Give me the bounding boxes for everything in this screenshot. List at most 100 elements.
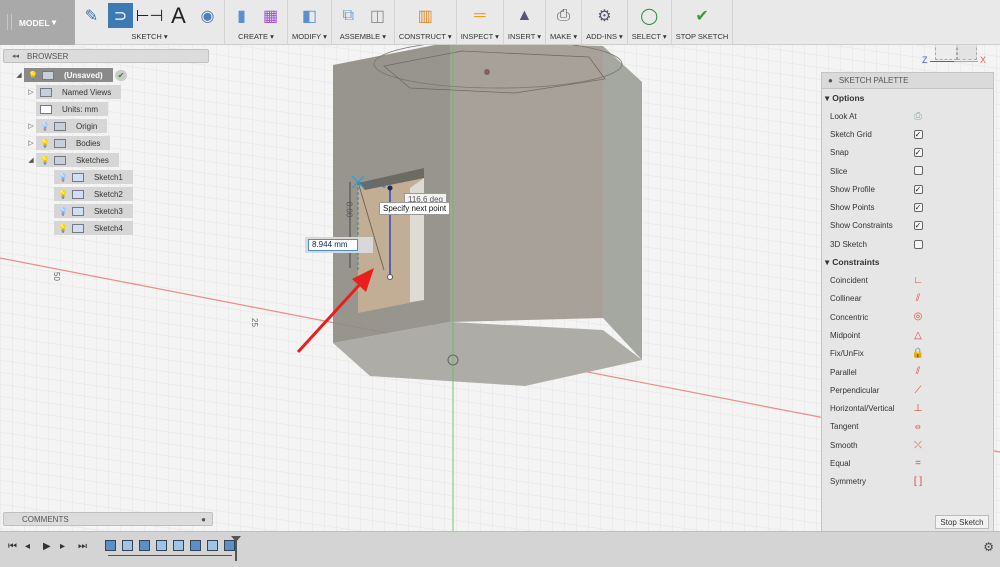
constraint-perpendicular[interactable]: Perpendicular ⟋ xyxy=(822,381,993,399)
constraint-symmetry[interactable]: Symmetry [ ] xyxy=(822,473,993,491)
smooth-icon[interactable]: ⤫ xyxy=(913,440,923,451)
3d-print-icon[interactable]: ⎙ xyxy=(551,3,576,28)
constraint-fix-unfix[interactable]: Fix/UnFix 🔒 xyxy=(822,345,993,363)
expanded-arrow-icon[interactable]: ◢ xyxy=(26,156,36,164)
checkbox[interactable]: ✓ xyxy=(913,221,923,231)
toolbar-menu-create[interactable]: CREATE ▾ xyxy=(238,31,274,43)
option-slice[interactable]: Slice xyxy=(822,162,993,180)
constraints-section-toggle[interactable]: ▾ Constraints xyxy=(822,253,993,271)
comments-header[interactable]: COMMENTS ● xyxy=(3,512,213,526)
visibility-bulb-icon[interactable]: 💡 xyxy=(58,173,68,182)
select-lasso-icon[interactable]: ◯ xyxy=(637,3,662,28)
expand-arrow-icon[interactable]: ▷ xyxy=(26,88,36,96)
constraint-collinear[interactable]: Collinear ⫽ xyxy=(822,290,993,308)
timeline-extrude-feature[interactable] xyxy=(207,540,218,551)
checkbox-wrapper[interactable]: ✓ xyxy=(913,202,923,212)
extrude-icon[interactable]: ▮ xyxy=(229,3,254,28)
visibility-bulb-icon[interactable]: 💡 xyxy=(40,122,50,131)
parallel-icon[interactable]: ⫽ xyxy=(913,366,923,377)
checkbox-wrapper[interactable]: ✓ xyxy=(913,184,923,194)
browser-item-sketch3[interactable]: 💡 Sketch3 xyxy=(44,204,133,218)
option-show-profile[interactable]: Show Profile ✓ xyxy=(822,180,993,198)
collapse-icon[interactable]: ◂◂ xyxy=(12,52,19,60)
symmetry-icon[interactable]: [ ] xyxy=(913,476,923,487)
step-forward-icon[interactable]: ▸ xyxy=(60,541,65,552)
length-input[interactable]: 8.944 mm xyxy=(308,239,358,251)
toolbar-menu-stop-sketch[interactable]: STOP SKETCH xyxy=(676,31,729,43)
horizontal-vertical-icon[interactable]: ⊥ xyxy=(913,403,923,414)
checkbox-wrapper[interactable] xyxy=(913,239,923,249)
timeline-sketch-feature[interactable] xyxy=(139,540,150,551)
toolbar-menu-insert[interactable]: INSERT ▾ xyxy=(508,31,541,43)
constraint-equal[interactable]: Equal = xyxy=(822,454,993,472)
fix-icon[interactable]: 🔒 xyxy=(912,348,924,359)
options-section-toggle[interactable]: ▾ Options xyxy=(822,89,993,107)
timeline-sketch-feature[interactable] xyxy=(190,540,201,551)
plane-icon[interactable]: ▥ xyxy=(413,3,438,28)
go-to-end-icon[interactable]: ⏭ xyxy=(78,541,87,552)
checkbox-wrapper[interactable] xyxy=(913,166,923,176)
stop-sketch-icon[interactable]: ✔ xyxy=(690,3,715,28)
timeline-marker-head[interactable] xyxy=(231,536,241,542)
toolbar-menu-sketch[interactable]: SKETCH ▾ xyxy=(131,31,167,43)
ellipse-point-icon[interactable]: ◉ xyxy=(195,3,220,28)
text-icon[interactable]: A xyxy=(166,3,191,28)
toolbar-menu-construct[interactable]: CONSTRUCT ▾ xyxy=(399,31,452,43)
browser-item-origin[interactable]: ▷ 💡 Origin xyxy=(26,119,108,133)
checkbox-wrapper[interactable]: ✓ xyxy=(913,148,923,158)
constraint-tangent[interactable]: Tangent ⦵ xyxy=(822,418,993,436)
browser-header[interactable]: ◂◂ BROWSER xyxy=(3,49,209,63)
collinear-icon[interactable]: ⫽ xyxy=(913,293,923,304)
constraint-parallel[interactable]: Parallel ⫽ xyxy=(822,363,993,381)
timeline-extrude-feature[interactable] xyxy=(173,540,184,551)
concentric-icon[interactable]: ◎ xyxy=(913,311,923,322)
play-icon[interactable]: ▶ xyxy=(43,541,51,552)
visibility-bulb-icon[interactable]: 💡 xyxy=(28,71,38,80)
equal-icon[interactable]: = xyxy=(913,458,923,469)
coincident-icon[interactable]: ∟ xyxy=(913,275,923,286)
browser-item-sketch4[interactable]: 💡 Sketch4 xyxy=(44,221,133,235)
form-icon[interactable]: ▦ xyxy=(258,3,283,28)
checkbox[interactable]: ✓ xyxy=(913,184,923,194)
toolbar-menu-inspect[interactable]: INSPECT ▾ xyxy=(461,31,499,43)
option-snap[interactable]: Snap ✓ xyxy=(822,144,993,162)
timeline-extrude-feature[interactable] xyxy=(122,540,133,551)
visibility-bulb-icon[interactable]: 💡 xyxy=(40,156,50,165)
option-show-constraints[interactable]: Show Constraints ✓ xyxy=(822,217,993,235)
toolbar-menu-modify[interactable]: MODIFY ▾ xyxy=(292,31,327,43)
palette-pin-icon[interactable]: ● xyxy=(828,76,833,85)
checkbox[interactable]: ✓ xyxy=(913,129,923,139)
palette-header[interactable]: ● SKETCH PALETTE xyxy=(822,73,993,89)
constraint-concentric[interactable]: Concentric ◎ xyxy=(822,308,993,326)
measure-icon[interactable]: ═ xyxy=(467,3,492,28)
stop-sketch-button[interactable]: Stop Sketch xyxy=(935,515,989,529)
new-component-icon[interactable]: ⧉ xyxy=(336,3,361,28)
joint-icon[interactable]: ◫ xyxy=(365,3,390,28)
expanded-arrow-icon[interactable]: ◢ xyxy=(14,71,24,79)
perpendicular-icon[interactable]: ⟋ xyxy=(913,385,923,396)
browser-item-sketches[interactable]: ◢ 💡 Sketches xyxy=(26,153,119,167)
option-look-at[interactable]: Look At ⎙ xyxy=(822,107,993,125)
expand-arrow-icon[interactable]: ▷ xyxy=(26,139,36,147)
constraint-coincident[interactable]: Coincident ∟ xyxy=(822,271,993,289)
add-comment-icon[interactable]: ● xyxy=(201,515,206,524)
tangent-icon[interactable]: ⦵ xyxy=(913,421,923,432)
browser-item-named-views[interactable]: ▷ Named Views xyxy=(26,85,122,99)
create-sketch-icon[interactable]: ✎ xyxy=(79,3,104,28)
step-back-icon[interactable]: ◂ xyxy=(25,541,30,552)
toolbar-menu-add-ins[interactable]: ADD-INS ▾ xyxy=(586,31,623,43)
visibility-bulb-icon[interactable]: 💡 xyxy=(40,139,50,148)
browser-item-units-mm[interactable]: Units: mm xyxy=(26,102,108,116)
gear-icon[interactable]: ⚙ xyxy=(983,540,994,554)
visibility-bulb-icon[interactable]: 💡 xyxy=(58,190,68,199)
constraint-smooth[interactable]: Smooth ⤫ xyxy=(822,436,993,454)
toolbar-menu-make[interactable]: MAKE ▾ xyxy=(550,31,577,43)
toolbar-menu-select[interactable]: SELECT ▾ xyxy=(632,31,667,43)
option-sketch-grid[interactable]: Sketch Grid ✓ xyxy=(822,125,993,143)
checkbox[interactable] xyxy=(913,239,923,249)
look-at-icon[interactable]: ⎙ xyxy=(913,111,923,122)
checkbox-wrapper[interactable]: ✓ xyxy=(913,221,923,231)
browser-item-sketch2[interactable]: 💡 Sketch2 xyxy=(44,187,133,201)
constraint-horizontal-vertical[interactable]: Horizontal/Vertical ⊥ xyxy=(822,399,993,417)
checkbox[interactable]: ✓ xyxy=(913,148,923,158)
